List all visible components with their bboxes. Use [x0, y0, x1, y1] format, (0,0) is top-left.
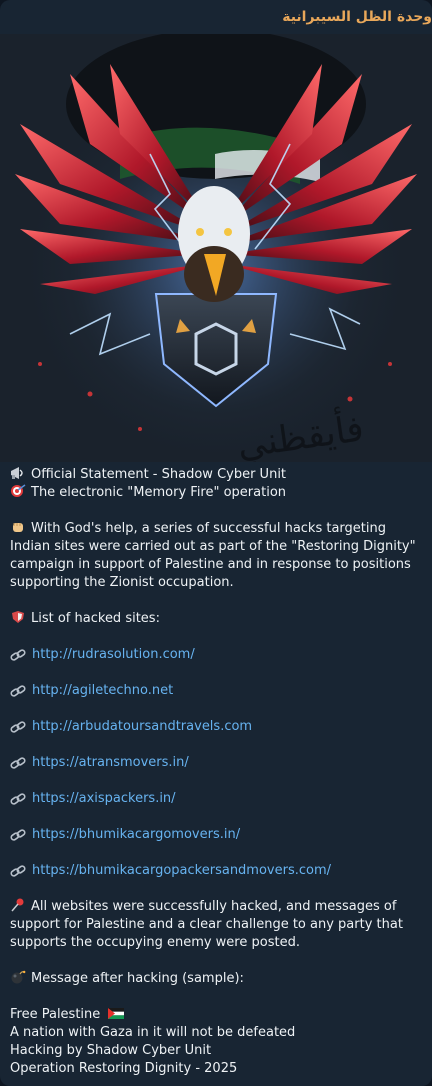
- list-header: List of hacked sites:: [31, 611, 160, 626]
- megaphone-icon: [11, 467, 23, 479]
- message-bubble[interactable]: وحدة الظل السيبرانية فأيقظني Official St…: [0, 0, 432, 1086]
- link-icon: [10, 757, 26, 769]
- hacked-site-link[interactable]: https://bhumikacargomovers.in/: [32, 826, 240, 844]
- bomb-icon: [11, 970, 26, 984]
- list-header-line: List of hacked sites:: [10, 610, 424, 628]
- hacked-site-link[interactable]: https://atransmovers.in/: [32, 754, 189, 772]
- eagle-emblem-image: فأيقظني: [0, 34, 432, 462]
- link-icon: [10, 793, 26, 805]
- conclusion-paragraph: All websites were successfully hacked, a…: [10, 898, 424, 952]
- raised-fist-icon: [13, 523, 23, 532]
- sample-header-line: Message after hacking (sample):: [10, 970, 424, 988]
- sample-line: Free Palestine: [10, 1006, 424, 1024]
- palestine-flag-icon: [108, 1008, 125, 1019]
- sender-name[interactable]: وحدة الظل السيبرانية: [0, 0, 432, 34]
- hacked-site-link[interactable]: http://agiletechno.net: [32, 682, 173, 700]
- sample-line: Operation Restoring Dignity - 2025: [10, 1061, 238, 1076]
- target-icon: [11, 484, 26, 497]
- sample-line: Hacking by Shadow Cyber Unit: [10, 1043, 212, 1058]
- hacked-site-link[interactable]: https://axispackers.in/: [32, 790, 176, 808]
- hacked-site-link[interactable]: http://rudrasolution.com/: [32, 646, 195, 664]
- intro-text: With God's help, a series of successful …: [10, 521, 416, 590]
- statement-line: Official Statement - Shadow Cyber Unit: [10, 466, 424, 484]
- operation-line: The electronic "Memory Fire" operation: [10, 484, 424, 502]
- statement-title: Official Statement - Shadow Cyber Unit: [31, 467, 287, 482]
- link-icon: [10, 649, 26, 661]
- link-icon: [10, 865, 26, 877]
- operation-title: The electronic "Memory Fire" operation: [31, 485, 287, 500]
- intro-paragraph: With God's help, a series of successful …: [10, 520, 424, 592]
- pushpin-icon: [11, 898, 24, 912]
- hacked-site-item: https://axispackers.in/: [10, 790, 424, 808]
- sample-text: Free Palestine: [10, 1007, 101, 1022]
- shield-icon: [12, 611, 24, 623]
- hacked-site-item: http://rudrasolution.com/: [10, 646, 424, 664]
- sample-line: A nation with Gaza in it will not be def…: [10, 1025, 296, 1040]
- conclusion-text: All websites were successfully hacked, a…: [10, 899, 403, 950]
- message-photo[interactable]: فأيقظني: [0, 34, 432, 462]
- sample-header: Message after hacking (sample):: [31, 971, 244, 986]
- message-text[interactable]: Official Statement - Shadow Cyber Unit T…: [10, 466, 424, 1078]
- link-icon: [10, 685, 26, 697]
- hacked-site-item: https://atransmovers.in/: [10, 754, 424, 772]
- hacked-site-link[interactable]: http://arbudatoursandtravels.com: [32, 718, 252, 736]
- hacked-site-item: http://agiletechno.net: [10, 682, 424, 700]
- hacked-site-item: https://bhumikacargopackersandmovers.com…: [10, 862, 424, 880]
- link-icon: [10, 721, 26, 733]
- hacked-site-link[interactable]: https://bhumikacargopackersandmovers.com…: [32, 862, 331, 880]
- hacked-site-item: http://arbudatoursandtravels.com: [10, 718, 424, 736]
- link-icon: [10, 829, 26, 841]
- hacked-site-item: https://bhumikacargomovers.in/: [10, 826, 424, 844]
